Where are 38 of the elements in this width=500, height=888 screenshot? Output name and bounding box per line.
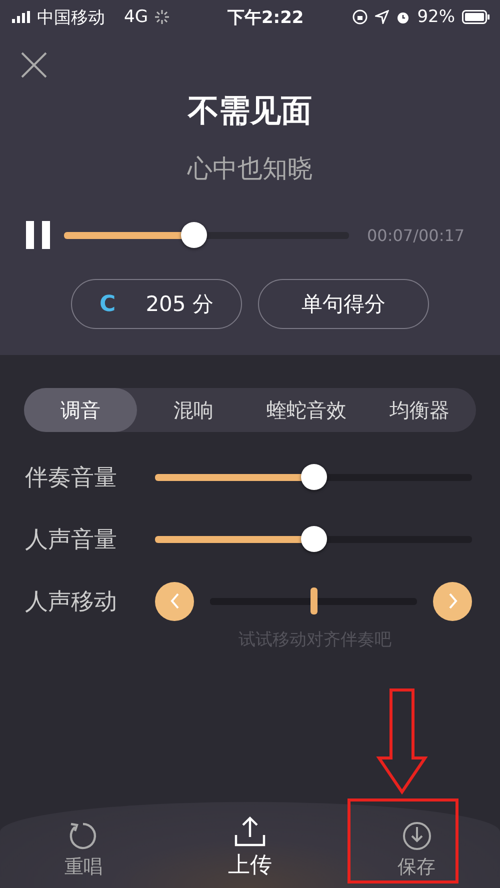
slider-thumb[interactable] <box>310 588 317 614</box>
slider-thumb[interactable] <box>180 222 207 248</box>
sentence-score-button[interactable]: 单句得分 <box>258 279 429 329</box>
pause-button[interactable] <box>26 221 52 249</box>
tab[interactable]: 调音 <box>24 388 137 432</box>
upload-button[interactable]: 上传 <box>204 815 295 880</box>
tab[interactable]: 蝰蛇音效 <box>250 388 363 432</box>
chevron-left-icon <box>170 593 180 609</box>
network-type: 4G <box>124 7 148 27</box>
redo-icon <box>68 821 98 851</box>
location-icon <box>375 10 390 24</box>
control-label: 伴奏音量 <box>25 464 118 492</box>
chevron-right-icon <box>448 593 458 609</box>
playback-time: 00:07/00:17 <box>367 226 465 244</box>
control-label: 人声移动 <box>25 588 118 616</box>
carrier-name: 中国移动 <box>37 6 105 28</box>
lyric-line: 心中也知晓 <box>188 153 312 185</box>
left-arrow-button[interactable] <box>155 582 194 620</box>
slider-thumb[interactable] <box>300 526 326 552</box>
slider-thumb[interactable] <box>300 464 326 490</box>
redo-button[interactable]: 重唱 <box>38 821 128 880</box>
right-arrow-button[interactable] <box>433 582 472 620</box>
close-button[interactable] <box>21 52 47 78</box>
upload-icon <box>234 815 266 847</box>
battery-percent: 92% <box>417 7 455 27</box>
download-icon <box>402 821 432 851</box>
status-time: 下午2:22 <box>227 6 304 28</box>
tab[interactable]: 混响 <box>137 388 250 432</box>
control-label: 人声音量 <box>25 526 118 554</box>
alarm-icon <box>396 10 410 24</box>
score-button[interactable]: C 205 分 <box>71 279 242 329</box>
song-title: 不需见面 <box>188 92 312 131</box>
tab[interactable]: 均衡器 <box>363 388 476 432</box>
battery-icon <box>462 10 490 24</box>
signal-icon <box>12 11 30 23</box>
rotation-lock-icon <box>352 9 368 25</box>
loading-icon <box>155 10 169 24</box>
save-button[interactable]: 保存 <box>372 821 462 880</box>
